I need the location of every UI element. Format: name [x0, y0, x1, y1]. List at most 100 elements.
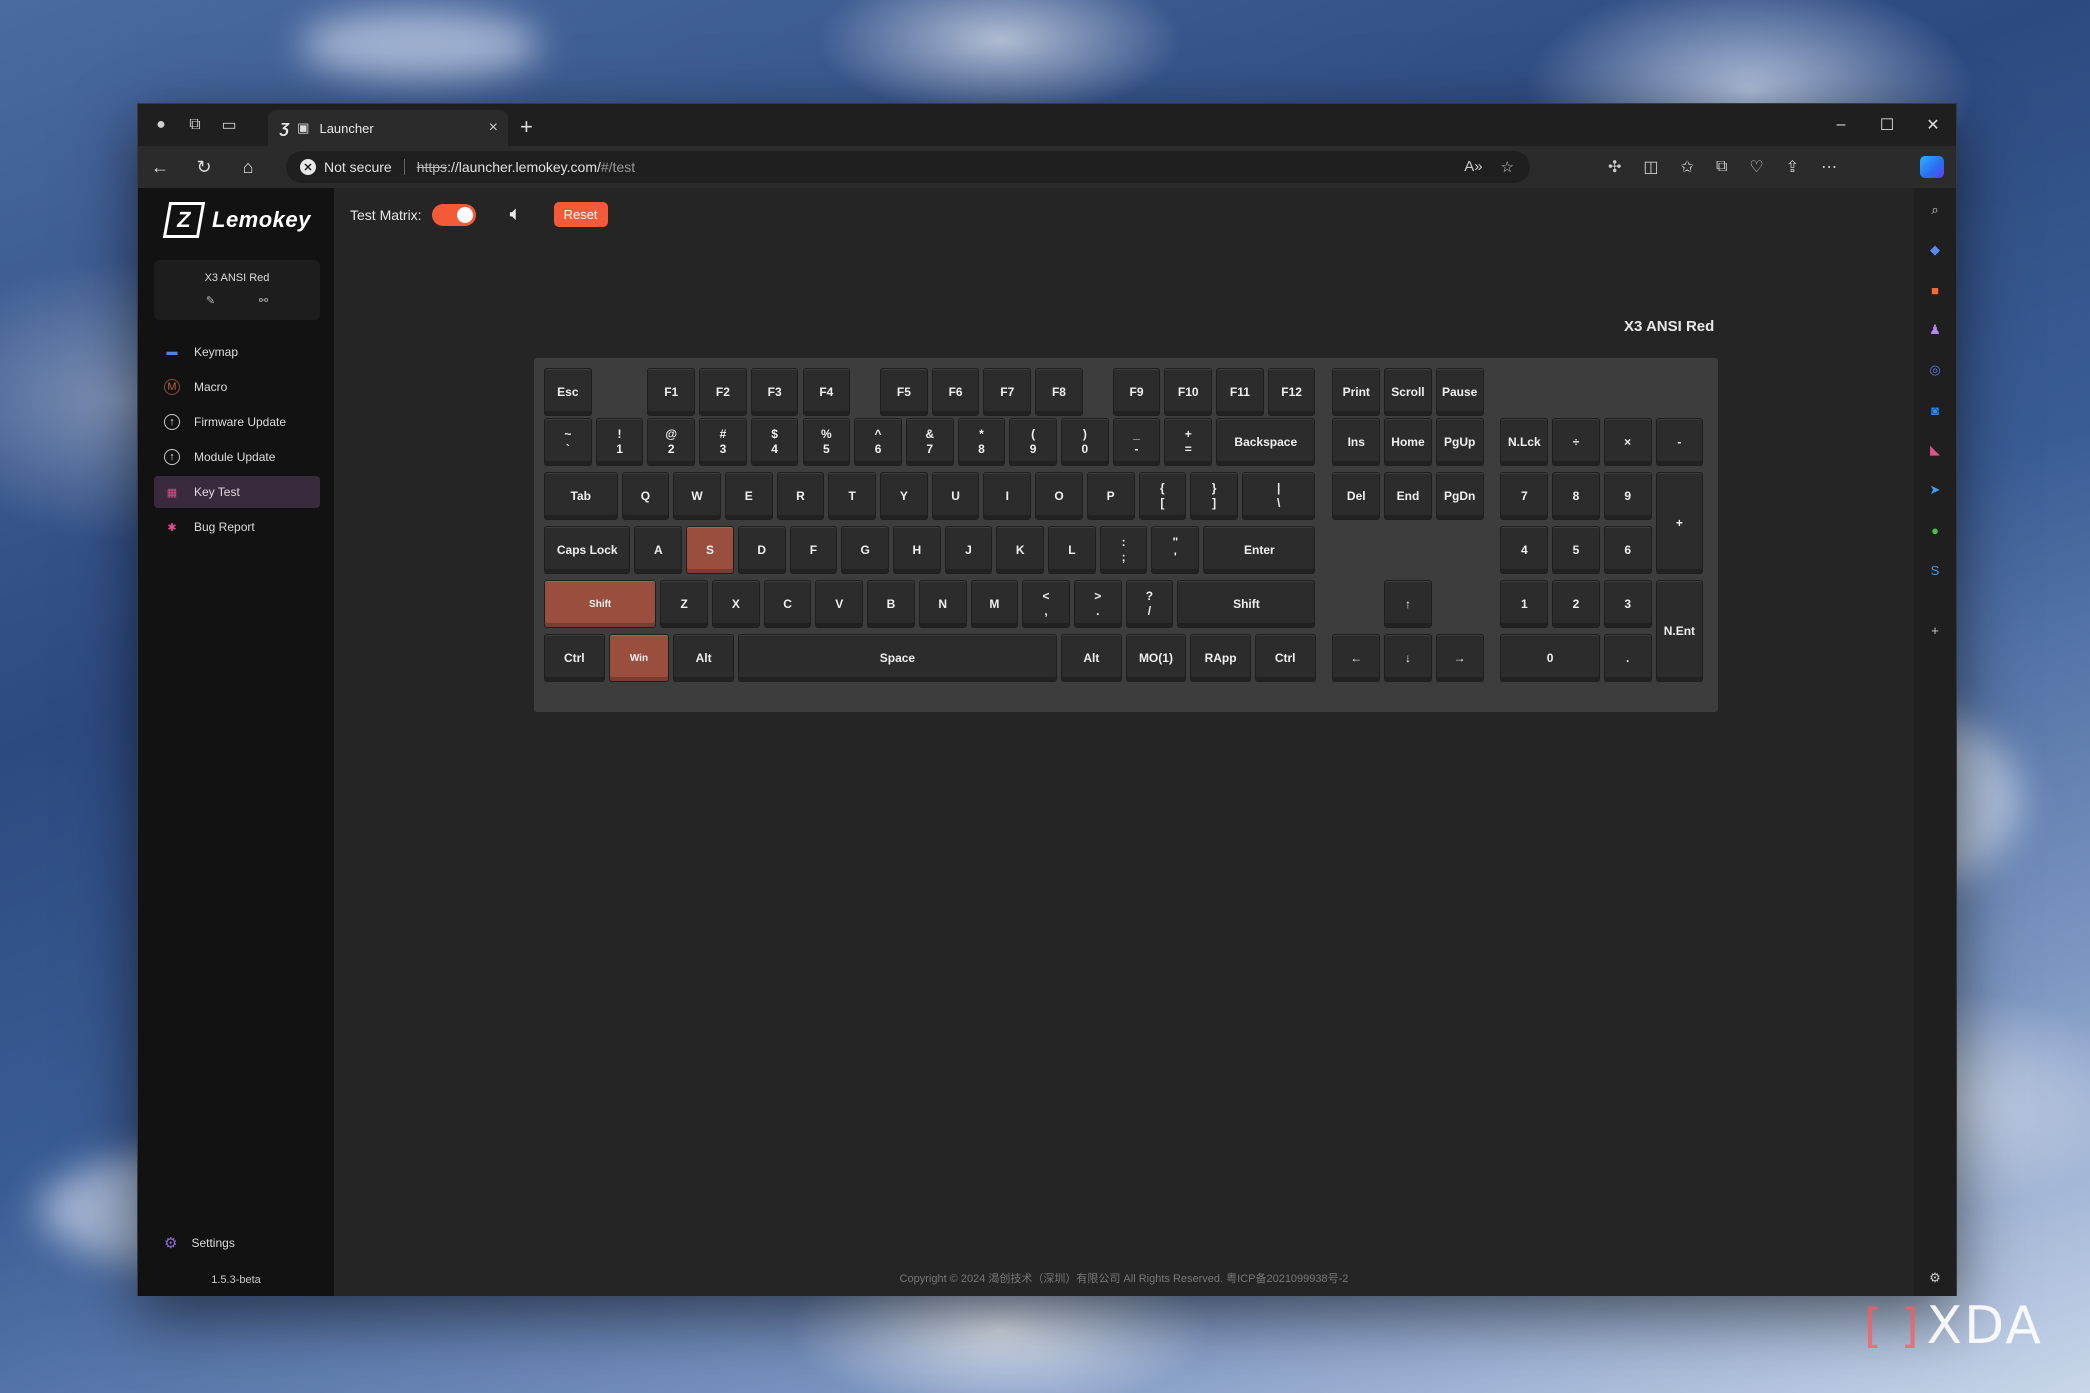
key-pgdn[interactable]: PgDn — [1435, 472, 1484, 520]
key-symbol[interactable]: :; — [1099, 526, 1148, 574]
key-symbol[interactable]: ← — [1332, 634, 1381, 682]
key-symbol[interactable]: - — [1655, 418, 1704, 466]
designer-icon[interactable]: ◣ — [1925, 440, 1945, 460]
more-menu-icon[interactable]: ⋯ — [1821, 157, 1837, 177]
split-screen-icon[interactable]: ◫ — [1643, 157, 1658, 177]
key-l[interactable]: L — [1048, 526, 1096, 574]
key-f2[interactable]: F2 — [699, 368, 747, 416]
key-backspace[interactable]: Backspace — [1216, 418, 1316, 466]
refresh-icon[interactable]: ↻ — [182, 157, 226, 178]
key-v[interactable]: V — [815, 580, 864, 628]
key-2[interactable]: 2 — [1552, 580, 1600, 628]
key-8[interactable]: 8 — [1552, 472, 1600, 520]
key-symbol[interactable]: <, — [1022, 580, 1070, 628]
skype-icon[interactable]: S — [1925, 560, 1945, 580]
key-nent[interactable]: N.Ent — [1655, 580, 1704, 682]
key-end[interactable]: End — [1384, 472, 1432, 520]
key-x[interactable]: X — [712, 580, 760, 628]
key-symbol[interactable]: + = — [1164, 418, 1213, 466]
key-f4[interactable]: F4 — [802, 368, 851, 416]
key-m[interactable]: M — [970, 580, 1019, 628]
key-symbol[interactable]: | \ — [1241, 472, 1316, 520]
key-o[interactable]: O — [1035, 472, 1083, 520]
key-alt[interactable]: Alt — [673, 634, 734, 682]
key-4[interactable]: 4 — [1500, 526, 1549, 574]
browser-essentials-icon[interactable]: ♡ — [1749, 157, 1763, 177]
key-j[interactable]: J — [944, 526, 993, 574]
home-icon[interactable]: ⌂ — [226, 157, 270, 178]
key-f12[interactable]: F12 — [1267, 368, 1316, 416]
read-aloud-icon[interactable]: A» — [1464, 158, 1482, 176]
sidebar-item-keymap[interactable]: ▬ Keymap — [154, 336, 320, 368]
reset-button[interactable]: Reset — [553, 202, 608, 227]
key-3[interactable]: 3 — [1603, 580, 1652, 628]
key-symbol[interactable]: ) 0 — [1061, 418, 1109, 466]
close-tab-icon[interactable]: × — [489, 119, 498, 137]
key-symbol[interactable]: . — [1603, 634, 1652, 682]
sound-icon[interactable]: 🔈︎ — [510, 203, 522, 226]
key-9[interactable]: 9 — [1603, 472, 1652, 520]
key-symbol[interactable]: {[ — [1138, 472, 1187, 520]
key-scroll[interactable]: Scroll — [1384, 368, 1432, 416]
key-0[interactable]: 0 — [1500, 634, 1600, 682]
key-n[interactable]: N — [918, 580, 967, 628]
key-f11[interactable]: F11 — [1216, 368, 1264, 416]
toolbox-icon[interactable]: ■ — [1925, 280, 1945, 300]
key-w[interactable]: W — [673, 472, 721, 520]
key-f3[interactable]: F3 — [750, 368, 799, 416]
sidebar-item-firmware-update[interactable]: ↑ Firmware Update — [154, 406, 320, 438]
key-tab[interactable]: Tab — [544, 472, 618, 520]
key-h[interactable]: H — [892, 526, 941, 574]
key-pgup[interactable]: PgUp — [1435, 418, 1484, 466]
key-f5[interactable]: F5 — [880, 368, 928, 416]
shopping-tag-icon[interactable]: ◆ — [1925, 240, 1945, 260]
key-f[interactable]: F — [789, 526, 838, 574]
new-tab-icon[interactable]: + — [520, 114, 533, 140]
sidebar-item-macro[interactable]: M Macro — [154, 371, 320, 403]
key-shift[interactable]: Shift — [1177, 580, 1316, 628]
key-ctrl[interactable]: Ctrl — [1254, 634, 1316, 682]
key-f1[interactable]: F1 — [647, 368, 696, 416]
collections-icon[interactable]: ⧉ — [1716, 158, 1727, 176]
key-symbol[interactable]: % 5 — [802, 418, 851, 466]
key-esc[interactable]: Esc — [544, 368, 592, 416]
key-t[interactable]: T — [828, 472, 877, 520]
key-symbol[interactable]: ! 1 — [595, 418, 644, 466]
key-symbol[interactable]: (9 — [1009, 418, 1057, 466]
workspaces-icon[interactable]: ⧉ — [184, 114, 206, 136]
key-nlck[interactable]: N.Lck — [1500, 418, 1549, 466]
key-symbol[interactable]: × — [1603, 418, 1652, 466]
link-icon[interactable]: ⚯ — [259, 294, 268, 307]
key-symbol[interactable]: ↓ — [1384, 634, 1432, 682]
key-a[interactable]: A — [634, 526, 683, 574]
key-symbol[interactable]: ^ 6 — [854, 418, 902, 466]
key-space[interactable]: Space — [737, 634, 1057, 682]
key-y[interactable]: Y — [880, 472, 928, 520]
key-alt[interactable]: Alt — [1061, 634, 1122, 682]
edit-icon[interactable]: ✎ — [206, 294, 215, 307]
add-icon[interactable]: + — [1925, 620, 1945, 640]
key-symbol[interactable]: ? / — [1125, 580, 1174, 628]
close-window-icon[interactable]: ✕ — [1910, 104, 1956, 146]
key-f9[interactable]: F9 — [1112, 368, 1161, 416]
key-p[interactable]: P — [1086, 472, 1135, 520]
key-r[interactable]: R — [776, 472, 825, 520]
key-z[interactable]: Z — [660, 580, 708, 628]
tree-icon[interactable]: ● — [1925, 520, 1945, 540]
key-home[interactable]: Home — [1384, 418, 1432, 466]
key-1[interactable]: 1 — [1500, 580, 1549, 628]
key-g[interactable]: G — [841, 526, 889, 574]
copilot-small-icon[interactable]: ◎ — [1925, 360, 1945, 380]
extensions-icon[interactable]: ✣ — [1608, 157, 1621, 177]
settings-link[interactable]: ⚙ Settings — [164, 1234, 235, 1252]
favorites-icon[interactable]: ✩ — [1681, 157, 1694, 177]
brand-logo[interactable]: Z Lemokey — [162, 202, 311, 238]
key-symbol[interactable]: #3 — [699, 418, 747, 466]
sidebar-item-module-update[interactable]: ↑ Module Update — [154, 441, 320, 473]
key-ins[interactable]: Ins — [1332, 418, 1381, 466]
share-icon[interactable]: ⇪ — [1786, 157, 1799, 177]
search-icon[interactable]: ⌕ — [1925, 200, 1945, 220]
key-win[interactable]: Win — [608, 634, 670, 682]
key-f6[interactable]: F6 — [931, 368, 980, 416]
key-symbol[interactable]: ~ ` — [544, 418, 592, 466]
